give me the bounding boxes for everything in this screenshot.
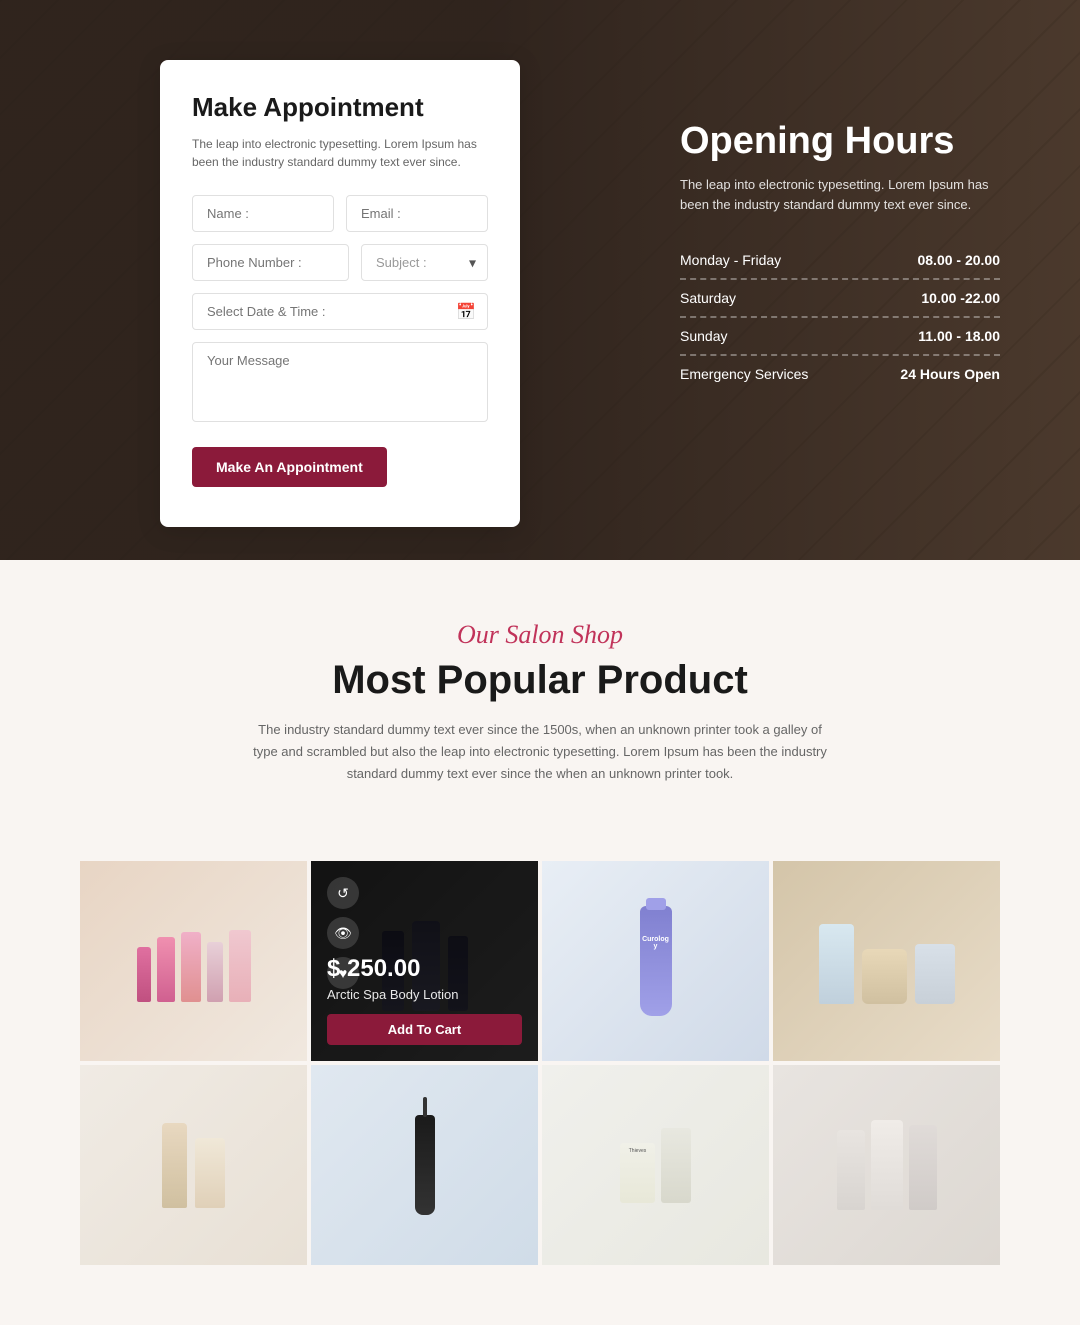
opening-hours-title: Opening Hours bbox=[680, 120, 1000, 163]
hero-section: Make Appointment The leap into electroni… bbox=[0, 0, 1080, 560]
product-card-5[interactable] bbox=[80, 1065, 307, 1265]
product-action-icons: ↺ 👁 ♥ bbox=[327, 877, 359, 989]
bottle-shape bbox=[157, 937, 175, 1002]
hours-day: Emergency Services bbox=[680, 366, 808, 382]
tube-cap bbox=[646, 898, 666, 910]
purple-tube: Curology bbox=[640, 906, 672, 1016]
product-card-4[interactable] bbox=[773, 861, 1000, 1061]
product-card-7[interactable]: Thieves bbox=[542, 1065, 769, 1265]
product-image-5 bbox=[80, 1065, 307, 1265]
hours-time: 11.00 - 18.00 bbox=[918, 328, 1000, 344]
product-tube bbox=[661, 1128, 691, 1203]
shop-description: The industry standard dummy text ever si… bbox=[250, 719, 830, 785]
shop-subtitle: Our Salon Shop bbox=[80, 620, 1000, 650]
dropper-tip bbox=[423, 1097, 427, 1117]
product-bottle bbox=[837, 1130, 865, 1210]
product-image-6 bbox=[311, 1065, 538, 1265]
product-overlay: ↺ 👁 ♥ $ 250.00 Arctic Spa Body Lotion Ad… bbox=[311, 861, 538, 1061]
heart-icon-btn[interactable]: ♥ bbox=[327, 957, 359, 989]
bottle-shape bbox=[207, 942, 223, 1002]
phone-input[interactable] bbox=[192, 244, 349, 281]
product-grid-row1: ↺ 👁 ♥ $ 250.00 Arctic Spa Body Lotion Ad… bbox=[0, 861, 1080, 1061]
datetime-input[interactable] bbox=[192, 293, 488, 330]
dropper-bottle bbox=[415, 1115, 435, 1215]
product-name: Arctic Spa Body Lotion bbox=[327, 987, 459, 1002]
email-input[interactable] bbox=[346, 195, 488, 232]
hours-time: 08.00 - 20.00 bbox=[917, 252, 1000, 268]
subject-select[interactable]: Subject : Hair Care Skin Care Nail Care … bbox=[361, 244, 488, 281]
product-card-3[interactable]: Curology bbox=[542, 861, 769, 1061]
bottle-shape bbox=[229, 930, 251, 1002]
shop-title: Most Popular Product bbox=[80, 658, 1000, 703]
jar-product bbox=[862, 949, 907, 1004]
opening-hours-panel: Opening Hours The leap into electronic t… bbox=[680, 120, 1000, 392]
bottle-shape bbox=[181, 932, 201, 1002]
product-grid-row2: Thieves bbox=[0, 1061, 1080, 1325]
lotion-bottle bbox=[819, 924, 854, 1004]
hours-day: Sunday bbox=[680, 328, 727, 344]
product-image-8 bbox=[773, 1065, 1000, 1265]
message-textarea[interactable] bbox=[192, 342, 488, 422]
hours-row-sat: Saturday 10.00 -22.00 bbox=[680, 280, 1000, 318]
product-image-7: Thieves bbox=[542, 1065, 769, 1265]
product-image-4 bbox=[773, 861, 1000, 1061]
product-text: Thieves bbox=[620, 1143, 655, 1154]
product-bottle bbox=[871, 1120, 903, 1210]
hours-row-emergency: Emergency Services 24 Hours Open bbox=[680, 356, 1000, 392]
view-icon-btn[interactable]: 👁 bbox=[327, 917, 359, 949]
datetime-wrapper: 📅 bbox=[192, 293, 488, 330]
product-bottle bbox=[909, 1125, 937, 1210]
product-image-1 bbox=[80, 861, 307, 1061]
name-input[interactable] bbox=[192, 195, 334, 232]
product-box: Thieves bbox=[620, 1143, 655, 1203]
product-card-featured[interactable]: ↺ 👁 ♥ $ 250.00 Arctic Spa Body Lotion Ad… bbox=[311, 861, 538, 1061]
hours-time: 24 Hours Open bbox=[900, 366, 1000, 382]
name-email-row bbox=[192, 195, 488, 232]
product-image-featured: ↺ 👁 ♥ $ 250.00 Arctic Spa Body Lotion Ad… bbox=[311, 861, 538, 1061]
product-card-6[interactable] bbox=[311, 1065, 538, 1265]
opening-hours-desc: The leap into electronic typesetting. Lo… bbox=[680, 175, 1000, 214]
hours-row-sun: Sunday 11.00 - 18.00 bbox=[680, 318, 1000, 356]
appointment-card: Make Appointment The leap into electroni… bbox=[160, 60, 520, 527]
shop-section: Our Salon Shop Most Popular Product The … bbox=[0, 560, 1080, 861]
hours-row-monfri: Monday - Friday 08.00 - 20.00 bbox=[680, 242, 1000, 280]
product-card-1[interactable] bbox=[80, 861, 307, 1061]
phone-subject-row: Subject : Hair Care Skin Care Nail Care … bbox=[192, 244, 488, 281]
product-card-8[interactable] bbox=[773, 1065, 1000, 1265]
appointment-title: Make Appointment bbox=[192, 92, 488, 123]
bottle bbox=[195, 1138, 225, 1208]
tube-label: Curology bbox=[640, 906, 672, 950]
bottle-shape bbox=[137, 947, 151, 1002]
subject-wrapper: Subject : Hair Care Skin Care Nail Care … bbox=[361, 244, 488, 281]
product-image-3: Curology bbox=[542, 861, 769, 1061]
appointment-button[interactable]: Make An Appointment bbox=[192, 447, 387, 487]
bottle bbox=[162, 1123, 187, 1208]
hours-day: Saturday bbox=[680, 290, 736, 306]
refresh-icon-btn[interactable]: ↺ bbox=[327, 877, 359, 909]
hours-day: Monday - Friday bbox=[680, 252, 781, 268]
hours-time: 10.00 -22.00 bbox=[921, 290, 1000, 306]
bottle-product bbox=[915, 944, 955, 1004]
appointment-subtitle: The leap into electronic typesetting. Lo… bbox=[192, 135, 488, 171]
add-to-cart-button[interactable]: Add To Cart bbox=[327, 1014, 522, 1045]
